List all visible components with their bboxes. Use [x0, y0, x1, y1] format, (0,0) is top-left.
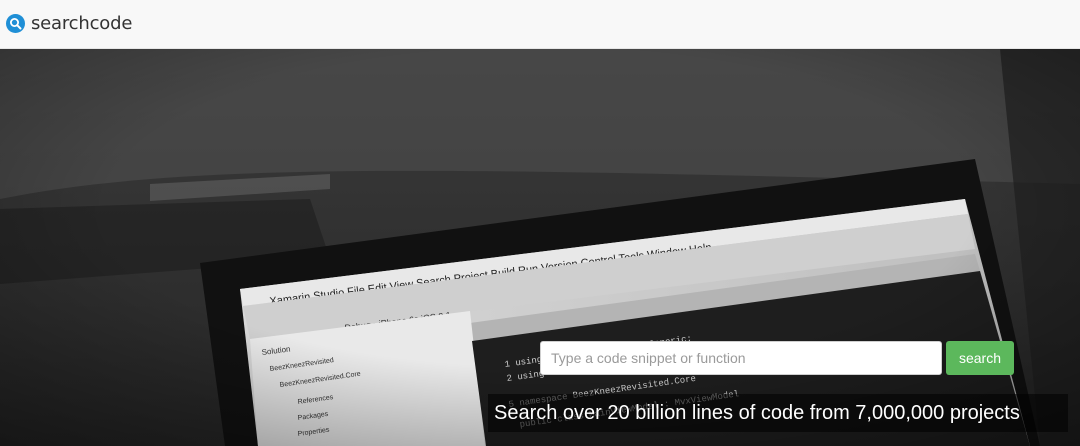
search-input[interactable] — [540, 341, 942, 375]
brand-name: searchcode — [31, 12, 133, 34]
search-button[interactable]: search — [946, 341, 1014, 375]
hero-banner: Xamarin Studio File Edit View Search Pro… — [0, 49, 1080, 446]
hero-tagline: Search over 20 billion lines of code fro… — [488, 394, 1068, 432]
hero-background-photo: Xamarin Studio File Edit View Search Pro… — [0, 49, 1080, 446]
magnifier-icon — [6, 13, 25, 33]
top-navbar: searchcode — [0, 0, 1080, 49]
brand-link[interactable]: searchcode — [6, 11, 132, 35]
